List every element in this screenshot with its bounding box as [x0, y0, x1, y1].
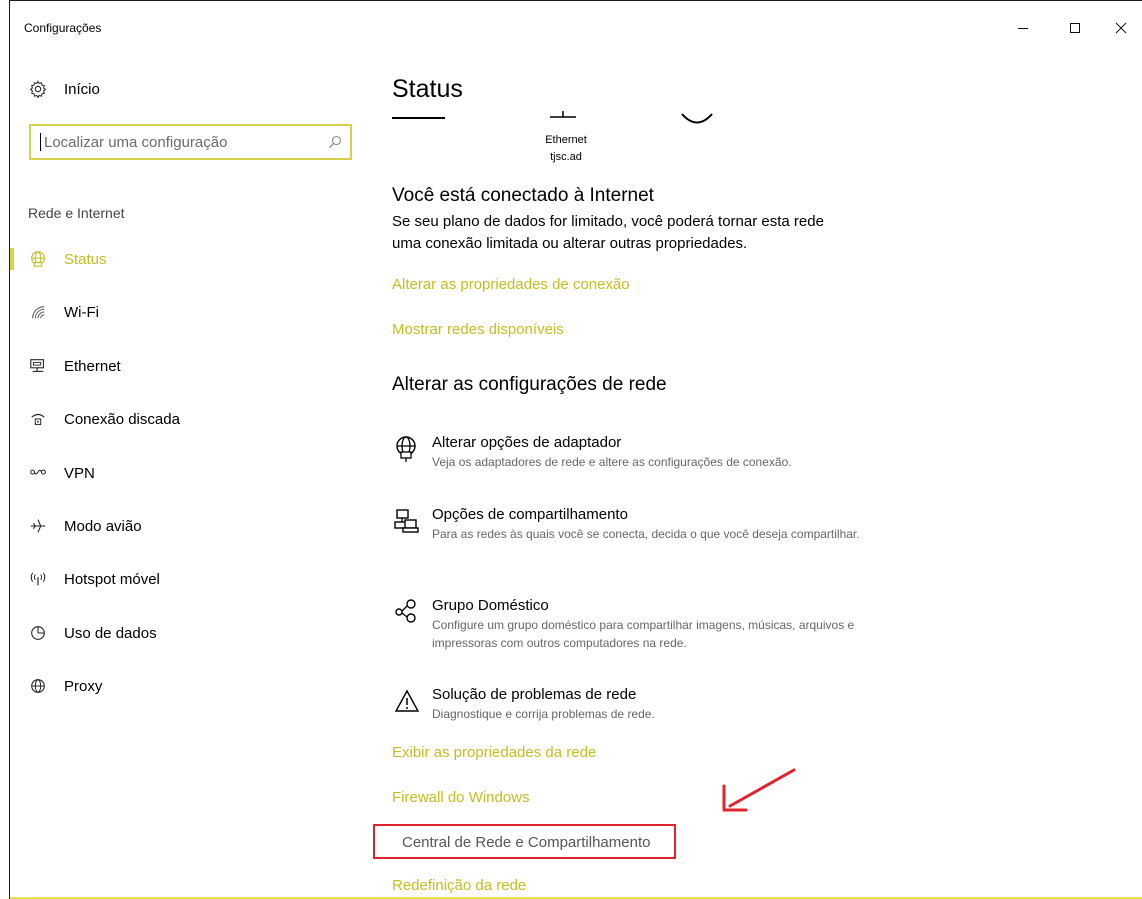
network-diagram: [392, 111, 713, 124]
window-title: Configurações: [24, 21, 102, 35]
setting-description: Configure um grupo doméstico para compar…: [432, 618, 855, 650]
indicator-spacer: [10, 301, 14, 323]
setting-adapter-options[interactable]: Alterar opções de adaptador Veja os adap…: [392, 433, 912, 471]
sidebar-item-label: Uso de dados: [64, 624, 157, 642]
setting-description: Diagnostique e corrija problemas de rede…: [432, 707, 655, 721]
sharing-icon: [392, 505, 422, 537]
indicator-spacer: [10, 675, 14, 697]
setting-text: Grupo Doméstico Configure um grupo domés…: [432, 596, 902, 652]
network-status: Ethernet tjsc.ad: [540, 132, 592, 166]
setting-sharing-options[interactable]: Opções de compartilhamento Para as redes…: [392, 505, 912, 543]
sidebar-item-label: Hotspot móvel: [64, 570, 160, 588]
indicator-spacer: [10, 515, 14, 537]
sidebar-item-proxy[interactable]: Proxy: [10, 666, 370, 706]
ethernet-icon: [28, 356, 48, 376]
change-settings-heading: Alterar as configurações de rede: [392, 374, 667, 395]
close-button[interactable]: [1098, 13, 1142, 43]
homegroup-icon: [392, 596, 422, 628]
network-reset-link[interactable]: Redefinição da rede: [392, 877, 526, 894]
sidebar-item-dialup[interactable]: Conexão discada: [10, 399, 370, 439]
setting-network-troubleshooter[interactable]: Solução de problemas de rede Diagnostiqu…: [392, 685, 912, 723]
home-link[interactable]: Início: [28, 79, 100, 99]
indicator-spacer: [10, 408, 14, 430]
view-network-properties-link[interactable]: Exibir as propriedades da rede: [392, 744, 596, 761]
sidebar-item-label: Status: [64, 250, 107, 268]
sidebar-item-label: Ethernet: [64, 357, 121, 375]
sidebar-item-status[interactable]: Status: [10, 239, 370, 279]
maximize-button[interactable]: [1052, 13, 1098, 43]
adapter-icon: [392, 433, 422, 465]
setting-title: Grupo Doméstico: [432, 597, 549, 614]
setting-title: Opções de compartilhamento: [432, 506, 628, 523]
sidebar-item-airplane[interactable]: Modo avião: [10, 506, 370, 546]
section-label: Rede e Internet: [28, 205, 125, 221]
adapter-name: Ethernet: [545, 134, 587, 146]
annotation-arrow: [722, 768, 796, 812]
sidebar-item-wifi[interactable]: Wi-Fi: [10, 292, 370, 332]
sidebar-item-ethernet[interactable]: Ethernet: [10, 346, 370, 386]
minimize-icon: [1018, 28, 1028, 29]
data-usage-icon: [28, 623, 48, 643]
change-connection-properties-link[interactable]: Alterar as propriedades de conexão: [392, 276, 630, 293]
minimize-button[interactable]: [1000, 13, 1046, 43]
maximize-icon: [1070, 23, 1080, 33]
vpn-icon: [28, 463, 48, 483]
sidebar-item-label: VPN: [64, 464, 95, 482]
search-input[interactable]: [42, 132, 320, 152]
dialup-icon: [28, 409, 48, 429]
gear-icon: [28, 79, 48, 99]
setting-description: Veja os adaptadores de rede e altere as …: [432, 455, 792, 469]
sidebar-item-vpn[interactable]: VPN: [10, 453, 370, 493]
sidebar-item-label: Modo avião: [64, 517, 142, 535]
windows-firewall-link[interactable]: Firewall do Windows: [392, 789, 530, 806]
wifi-icon: [28, 302, 48, 322]
highlight-box: [373, 824, 676, 859]
setting-text: Opções de compartilhamento Para as redes…: [432, 505, 902, 543]
search-icon[interactable]: [320, 135, 350, 149]
proxy-icon: [28, 676, 48, 696]
sidebar-item-label: Wi-Fi: [64, 303, 99, 321]
sidebar-item-label: Conexão discada: [64, 410, 180, 428]
search-box[interactable]: [29, 124, 352, 160]
setting-text: Solução de problemas de rede Diagnostiqu…: [432, 685, 902, 723]
network-domain: tjsc.ad: [550, 151, 582, 163]
sidebar-item-data-usage[interactable]: Uso de dados: [10, 613, 370, 653]
active-indicator: [10, 248, 14, 270]
warning-icon: [392, 685, 422, 717]
settings-window: Configurações Início Rede e Internet Sta…: [9, 0, 1142, 899]
close-icon: [1115, 22, 1127, 34]
setting-homegroup[interactable]: Grupo Doméstico Configure um grupo domés…: [392, 596, 912, 652]
sidebar-item-hotspot[interactable]: Hotspot móvel: [10, 559, 370, 599]
indicator-spacer: [10, 462, 14, 484]
indicator-spacer: [10, 355, 14, 377]
sidebar-item-label: Proxy: [64, 677, 103, 695]
show-available-networks-link[interactable]: Mostrar redes disponíveis: [392, 321, 564, 338]
home-label: Início: [64, 80, 100, 98]
globe-icon: [28, 249, 48, 269]
setting-text: Alterar opções de adaptador Veja os adap…: [432, 433, 902, 471]
indicator-spacer: [10, 622, 14, 644]
setting-description: Para as redes às quais você se conecta, …: [432, 527, 860, 541]
airplane-icon: [28, 516, 48, 536]
setting-title: Solução de problemas de rede: [432, 686, 637, 703]
page-title: Status: [392, 75, 463, 103]
connection-heading: Você está conectado à Internet: [392, 185, 654, 206]
text-caret: [40, 133, 41, 151]
hotspot-icon: [28, 569, 48, 589]
setting-title: Alterar opções de adaptador: [432, 434, 622, 451]
indicator-spacer: [10, 568, 14, 590]
connection-description: Se seu plano de dados for limitado, você…: [392, 213, 824, 252]
